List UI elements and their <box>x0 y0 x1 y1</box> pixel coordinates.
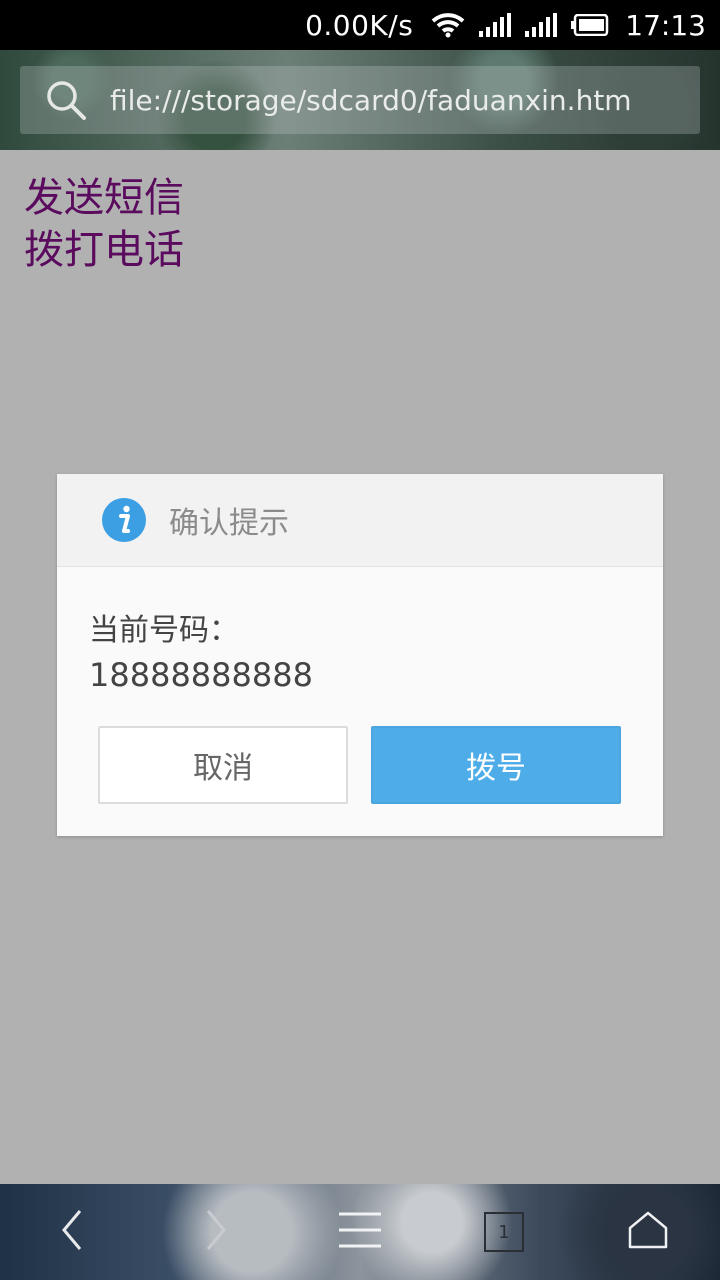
phone-number: 18888888888 <box>89 656 313 694</box>
browser-toolbar: 1 <box>0 1184 720 1280</box>
confirm-dialog: 确认提示 当前号码： 18888888888 取消 拨号 <box>57 474 663 836</box>
wifi-icon <box>431 12 465 38</box>
back-button[interactable] <box>42 1184 102 1280</box>
signal-icon <box>479 13 512 37</box>
dialog-header: 确认提示 <box>57 474 663 567</box>
make-call-link[interactable]: 拨打电话 <box>24 224 184 276</box>
battery-icon <box>571 14 609 36</box>
status-bar: 0.00K/s 17:13 <box>0 0 720 50</box>
network-speed: 0.00K/s <box>305 8 414 42</box>
menu-button[interactable] <box>330 1184 390 1280</box>
url-text[interactable]: file:///storage/sdcard0/faduanxin.htm <box>110 84 632 117</box>
forward-icon <box>204 1208 228 1256</box>
search-icon[interactable] <box>44 78 88 122</box>
dialog-message: 当前号码： <box>89 613 239 648</box>
dialog-body: 当前号码： 18888888888 <box>57 567 663 697</box>
clock: 17:13 <box>625 8 706 42</box>
dialog-title: 确认提示 <box>169 506 289 541</box>
home-icon <box>627 1210 669 1254</box>
send-sms-link[interactable]: 发送短信 <box>24 172 184 224</box>
dial-button[interactable]: 拨号 <box>371 726 621 804</box>
back-icon <box>60 1208 84 1256</box>
tab-count: 1 <box>498 1221 510 1243</box>
tabs-icon: 1 <box>484 1212 524 1252</box>
browser-header: file:///storage/sdcard0/faduanxin.htm <box>0 50 720 150</box>
menu-icon <box>337 1211 383 1253</box>
forward-button[interactable] <box>186 1184 246 1280</box>
url-bar[interactable]: file:///storage/sdcard0/faduanxin.htm <box>20 66 700 134</box>
signal-icon-2 <box>525 13 558 37</box>
info-icon <box>101 497 147 543</box>
home-button[interactable] <box>618 1184 678 1280</box>
cancel-button[interactable]: 取消 <box>98 726 348 804</box>
page-content: 发送短信 拨打电话 <box>24 172 184 276</box>
tabs-button[interactable]: 1 <box>474 1184 534 1280</box>
